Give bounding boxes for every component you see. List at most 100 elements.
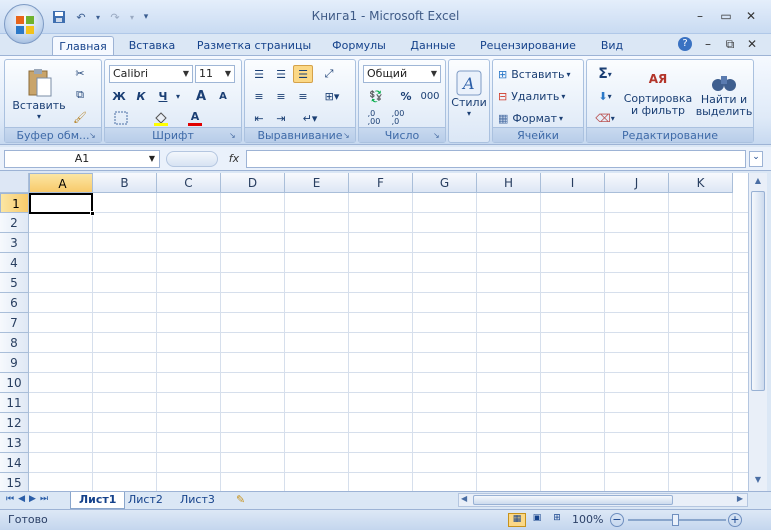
tab-review[interactable]: Рецензирование [474,36,582,56]
align-left-icon[interactable]: ≡ [249,87,269,105]
column-header[interactable]: I [541,173,605,193]
normal-view-icon[interactable]: ▦ [508,513,526,527]
insert-sheet-icon[interactable]: ✎ [228,492,253,509]
scroll-left-icon[interactable]: ◀ [461,494,467,503]
row-header[interactable]: 13 [0,433,29,453]
autosum-button[interactable]: Σ ▾ [591,65,619,83]
sheet-tab-3[interactable]: Лист3 [172,492,223,509]
tab-insert[interactable]: Вставка [122,36,182,56]
paste-button[interactable]: Вставить ▾ [12,64,66,124]
workbook-minimize-button[interactable]: – [698,36,718,52]
increase-decimal-button[interactable]: ,0 ,00 [363,109,385,127]
scroll-right-icon[interactable]: ▶ [737,494,743,503]
column-header[interactable]: K [669,173,733,193]
decrease-indent-icon[interactable]: ⇤ [249,109,269,127]
column-header[interactable]: F [349,173,413,193]
row-header[interactable]: 15 [0,473,29,491]
row-header[interactable]: 5 [0,273,29,293]
select-all-button[interactable] [0,173,29,193]
tab-data[interactable]: Данные [404,36,462,56]
row-header[interactable]: 3 [0,233,29,253]
horizontal-scrollbar[interactable]: ◀ ▶ [458,493,748,507]
row-header[interactable]: 1 [0,193,29,213]
underline-button[interactable]: Ч [153,87,173,105]
row-header[interactable]: 12 [0,413,29,433]
align-middle-icon[interactable]: ☰ [271,65,291,83]
bold-button[interactable]: Ж [109,87,129,105]
fill-button[interactable]: ⬇ ▾ [591,87,619,105]
page-layout-view-icon[interactable]: ▣ [528,513,546,527]
delete-cells-button[interactable]: ⊟ Удалить ▾ [497,87,581,105]
wrap-text-icon[interactable]: ↵▾ [297,109,323,127]
sheet-tab-1[interactable]: Лист1 [70,492,126,509]
align-top-icon[interactable]: ☰ [249,65,269,83]
row-header[interactable]: 10 [0,373,29,393]
row-header[interactable]: 4 [0,253,29,273]
tab-view[interactable]: Вид [592,36,632,56]
font-color-button[interactable]: A [183,109,207,127]
help-icon[interactable]: ? [678,37,692,51]
format-painter-icon[interactable]: 🖌 [69,108,91,126]
borders-icon[interactable] [109,109,133,127]
grow-font-button[interactable]: A [191,87,211,105]
shrink-font-button[interactable]: A [213,87,233,105]
column-header[interactable]: D [221,173,285,193]
sheet-tab-2[interactable]: Лист2 [120,492,171,509]
italic-button[interactable]: К [131,87,151,105]
office-button[interactable] [4,4,44,44]
insert-function-button[interactable]: fx [222,150,246,168]
scroll-down-icon[interactable]: ▼ [751,475,765,487]
horizontal-scroll-thumb[interactable] [473,495,673,505]
sort-filter-button[interactable]: АЯ Сортировка и фильтр [623,64,693,126]
align-center-icon[interactable]: ≡ [271,87,291,105]
alignment-launcher-icon[interactable]: ↘ [343,131,352,140]
row-header[interactable]: 6 [0,293,29,313]
name-box[interactable]: A1 ▼ [4,150,160,168]
align-bottom-icon[interactable]: ☰ [293,65,313,83]
fill-color-icon[interactable] [149,109,173,127]
merge-center-icon[interactable]: ⊞▾ [319,87,345,105]
cut-icon[interactable]: ✂ [69,64,91,82]
worksheet-grid[interactable]: ABCDEFGHIJK 1 2 3 4 5 6 7 8 9 10 11 12 13 14 15 [0,173,748,491]
accounting-format-icon[interactable]: 💱 [363,87,389,105]
styles-button[interactable]: A Стили ▾ [451,64,487,124]
column-header[interactable]: H [477,173,541,193]
column-header[interactable]: B [93,173,157,193]
clear-button[interactable]: ⌫ ▾ [591,109,619,127]
row-header[interactable]: 2 [0,213,29,233]
font-launcher-icon[interactable]: ↘ [229,131,238,140]
tab-page-layout[interactable]: Разметка страницы [194,36,314,56]
row-header[interactable]: 8 [0,333,29,353]
formula-input[interactable] [246,150,746,168]
close-button[interactable]: ✕ [741,8,761,24]
column-header[interactable]: G [413,173,477,193]
vertical-scrollbar[interactable]: ▲ ▼ [748,173,767,491]
decrease-decimal-button[interactable]: ,00 ,0 [387,109,409,127]
formula-bar-splitter[interactable] [166,151,218,167]
page-break-view-icon[interactable]: ⊞ [548,513,566,527]
sheet-nav-icons[interactable]: ⏮◀▶⏭ [6,494,52,504]
find-select-button[interactable]: Найти и выделить [695,64,753,126]
tab-home[interactable]: Главная [52,36,114,56]
align-right-icon[interactable]: ≡ [293,87,313,105]
row-header[interactable]: 7 [0,313,29,333]
workbook-restore-button[interactable]: ⧉ [720,36,740,52]
underline-dropdown-icon[interactable]: ▾ [173,87,183,105]
workbook-close-button[interactable]: ✕ [742,36,762,52]
percent-button[interactable]: % [397,87,415,105]
row-header[interactable]: 9 [0,353,29,373]
scroll-up-icon[interactable]: ▲ [751,176,765,188]
insert-cells-button[interactable]: ⊞ Вставить ▾ [497,65,581,83]
text-orientation-icon[interactable]: ⤢ [319,65,339,83]
column-header[interactable]: E [285,173,349,193]
vertical-scroll-thumb[interactable] [751,191,765,391]
zoom-in-icon[interactable]: + [728,513,742,527]
number-format-select[interactable]: Общий ▼ [363,65,441,83]
expand-formula-bar-icon[interactable]: ⌄ [749,151,763,167]
thousands-button[interactable]: 000 [419,87,441,105]
zoom-out-icon[interactable]: − [610,513,624,527]
column-header[interactable]: C [157,173,221,193]
maximize-button[interactable]: ▭ [716,8,736,24]
font-name-select[interactable]: Calibri ▼ [109,65,193,83]
clipboard-launcher-icon[interactable]: ↘ [89,131,98,140]
